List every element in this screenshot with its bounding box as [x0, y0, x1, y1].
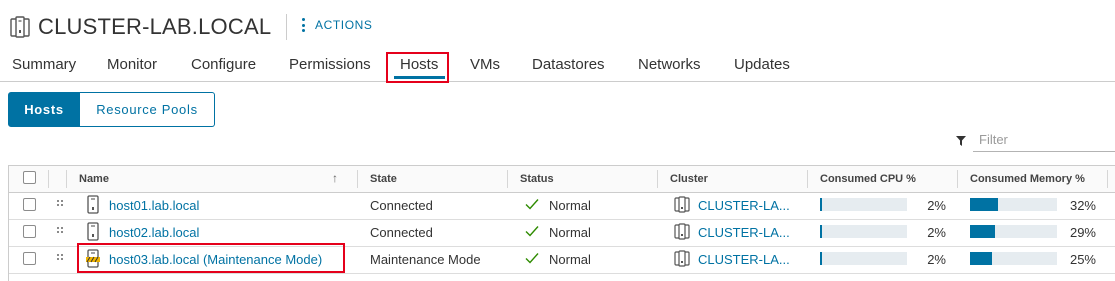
table-header: Name ↑ State Status Cluster Consumed CPU… — [9, 166, 1115, 193]
column-separator — [48, 170, 49, 188]
memory-usage-fill — [970, 198, 998, 211]
resource-pools-subtab-button[interactable]: Resource Pools — [80, 92, 215, 127]
column-separator — [807, 170, 808, 188]
cluster-link[interactable]: CLUSTER-LA... — [698, 252, 790, 267]
tab-datastores[interactable]: Datastores — [532, 56, 605, 73]
column-separator — [957, 170, 958, 188]
memory-usage-bar — [970, 198, 1057, 211]
cpu-usage-fill — [820, 252, 822, 265]
host-icon — [87, 222, 99, 241]
hosts-subtab-button[interactable]: Hosts — [8, 92, 80, 127]
kebab-menu-icon — [302, 18, 306, 32]
actions-menu-button[interactable]: ACTIONS — [302, 18, 373, 32]
highlight-box-hosts-tab — [386, 52, 449, 83]
tab-vms[interactable]: VMs — [470, 56, 500, 73]
host-state: Connected — [370, 225, 433, 240]
tab-permissions[interactable]: Permissions — [289, 56, 371, 73]
column-header-memory[interactable]: Consumed Memory % — [970, 173, 1085, 185]
column-separator — [657, 170, 658, 188]
cluster-icon — [674, 223, 690, 240]
tab-updates[interactable]: Updates — [734, 56, 790, 73]
cluster-link[interactable]: CLUSTER-LA... — [698, 198, 790, 213]
drag-handle-icon[interactable] — [57, 227, 63, 237]
tab-networks[interactable]: Networks — [638, 56, 701, 73]
check-icon — [525, 226, 539, 237]
column-separator — [507, 170, 508, 188]
memory-usage-value: 32% — [1069, 198, 1096, 213]
host-name-link[interactable]: host02.lab.local — [109, 225, 199, 240]
drag-handle-icon[interactable] — [57, 200, 63, 210]
select-all-checkbox[interactable] — [23, 171, 36, 184]
column-separator — [357, 170, 358, 188]
column-separator — [66, 170, 67, 188]
check-icon — [525, 253, 539, 264]
cluster-icon — [10, 16, 30, 38]
column-header-cluster[interactable]: Cluster — [670, 173, 708, 185]
tab-configure[interactable]: Configure — [191, 56, 256, 73]
host-state: Maintenance Mode — [370, 252, 481, 267]
row-checkbox[interactable] — [23, 198, 36, 211]
tab-bar: Summary Monitor Configure Permissions Ho… — [0, 52, 1115, 82]
highlight-box-host03 — [77, 243, 345, 273]
header-divider — [286, 14, 287, 40]
cpu-usage-value: 2% — [927, 252, 946, 267]
host-status: Normal — [549, 252, 591, 267]
column-header-state[interactable]: State — [370, 173, 397, 185]
drag-handle-icon[interactable] — [57, 254, 63, 264]
column-header-status[interactable]: Status — [520, 173, 554, 185]
host-state: Connected — [370, 198, 433, 213]
cpu-usage-bar — [820, 252, 907, 265]
cpu-usage-fill — [820, 198, 822, 211]
cpu-usage-value: 2% — [927, 198, 946, 213]
column-header-name[interactable]: Name — [79, 173, 109, 185]
host-status: Normal — [549, 198, 591, 213]
memory-usage-value: 25% — [1069, 252, 1096, 267]
memory-usage-fill — [970, 225, 995, 238]
filter-input[interactable] — [973, 128, 1115, 152]
row-checkbox[interactable] — [23, 225, 36, 238]
cluster-icon — [674, 250, 690, 267]
memory-usage-bar — [970, 252, 1057, 265]
cpu-usage-bar — [820, 198, 907, 211]
column-separator — [1107, 170, 1108, 188]
filter-icon — [956, 136, 966, 146]
host-name-link[interactable]: host01.lab.local — [109, 198, 199, 213]
cpu-usage-value: 2% — [927, 225, 946, 240]
cluster-link[interactable]: CLUSTER-LA... — [698, 225, 790, 240]
sort-ascending-icon[interactable]: ↑ — [332, 171, 338, 185]
memory-usage-fill — [970, 252, 992, 265]
host-status: Normal — [549, 225, 591, 240]
page-title: CLUSTER-LAB.LOCAL — [38, 14, 272, 39]
cluster-icon — [674, 196, 690, 213]
host-icon — [87, 195, 99, 214]
subtab-toggle: Hosts Resource Pools — [8, 92, 215, 127]
tab-summary[interactable]: Summary — [12, 56, 76, 73]
cpu-usage-fill — [820, 225, 822, 238]
column-header-cpu[interactable]: Consumed CPU % — [820, 173, 916, 185]
memory-usage-value: 29% — [1069, 225, 1096, 240]
row-checkbox[interactable] — [23, 252, 36, 265]
table-row[interactable]: host01.lab.local Connected Normal CLUSTE… — [9, 192, 1115, 220]
check-icon — [525, 199, 539, 210]
object-header: CLUSTER-LAB.LOCAL — [10, 12, 271, 42]
tab-monitor[interactable]: Monitor — [107, 56, 157, 73]
memory-usage-bar — [970, 225, 1057, 238]
cpu-usage-bar — [820, 225, 907, 238]
actions-label: ACTIONS — [315, 18, 373, 32]
